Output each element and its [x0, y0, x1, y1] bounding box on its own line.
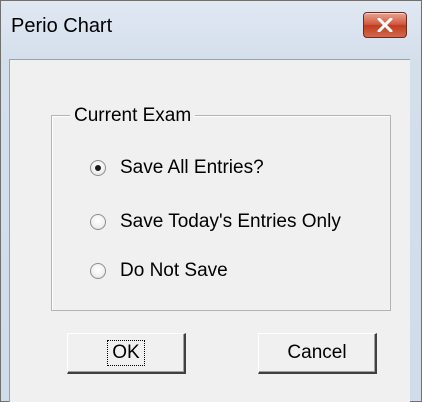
do-not-save-label[interactable]: Do Not Save	[120, 260, 228, 282]
cancel-button[interactable]: Cancel	[258, 333, 377, 374]
save-todays-entries-option[interactable]: Save Today's Entries Only	[90, 210, 341, 234]
title-bar[interactable]: Perio Chart	[1, 1, 421, 59]
groupbox-legend: Current Exam	[70, 105, 196, 127]
save-todays-entries-label[interactable]: Save Today's Entries Only	[120, 211, 341, 233]
close-button[interactable]	[363, 12, 407, 38]
save-todays-entries-radio[interactable]	[90, 214, 106, 230]
do-not-save-radio[interactable]	[90, 263, 106, 279]
dialog-client-area: Current Exam Save All Entries? Save Toda…	[9, 59, 410, 402]
close-icon	[377, 18, 393, 32]
save-all-entries-option[interactable]: Save All Entries?	[90, 156, 264, 180]
cancel-button-label: Cancel	[287, 342, 347, 363]
window-title: Perio Chart	[11, 15, 113, 37]
do-not-save-option[interactable]: Do Not Save	[90, 259, 228, 283]
save-all-entries-radio[interactable]	[90, 160, 106, 176]
perio-chart-dialog: Perio Chart Current Exam Save All Entrie…	[0, 0, 422, 402]
ok-button[interactable]: OK	[67, 333, 186, 374]
ok-button-label: OK	[107, 340, 145, 366]
save-all-entries-label[interactable]: Save All Entries?	[120, 157, 264, 179]
